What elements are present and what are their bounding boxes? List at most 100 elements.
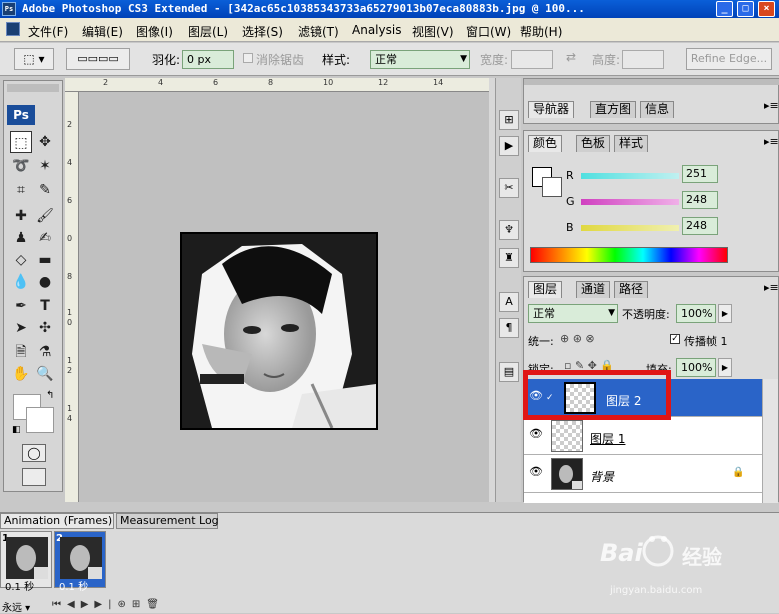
fill-input[interactable]: 100%: [676, 358, 716, 377]
menu-view[interactable]: 视图(V): [412, 23, 454, 40]
gradient-icon[interactable]: ▬: [34, 249, 56, 271]
frame-delay[interactable]: 0.1 秒: [59, 578, 88, 593]
clone-source-icon[interactable]: ♜: [499, 248, 519, 268]
marquee-icon[interactable]: ⬚: [10, 131, 32, 153]
screen-mode-icon[interactable]: [22, 468, 46, 486]
history-brush-icon[interactable]: ✍: [34, 227, 56, 249]
layer-name[interactable]: 图层 1: [590, 430, 625, 447]
default-colors-icon[interactable]: ◧: [12, 425, 21, 435]
style-select[interactable]: 正常 ▼: [370, 50, 470, 69]
layer-row[interactable]: 👁 图层 1: [524, 417, 762, 455]
path-select-icon[interactable]: ➤: [10, 317, 32, 339]
menu-layer[interactable]: 图层(L): [188, 23, 228, 40]
channel-b-slider[interactable]: [581, 225, 679, 231]
tab-styles[interactable]: 样式: [614, 135, 649, 152]
close-button[interactable]: ×: [758, 1, 775, 17]
tab-color[interactable]: 颜色: [528, 135, 563, 152]
app-menu-icon[interactable]: [6, 22, 20, 36]
menu-filter[interactable]: 滤镜(T): [298, 23, 339, 40]
move-icon[interactable]: ✥: [34, 131, 56, 153]
character-icon[interactable]: A: [499, 292, 519, 312]
animation-frame-1[interactable]: 1 0.1 秒: [0, 531, 52, 593]
tab-paths[interactable]: 路径: [614, 281, 649, 298]
opacity-input[interactable]: 100%: [676, 304, 716, 323]
document-image[interactable]: [180, 232, 378, 430]
notes-icon[interactable]: 🗎: [10, 341, 32, 363]
menu-edit[interactable]: 编辑(E): [82, 23, 123, 40]
zoom-icon[interactable]: 🔍: [34, 363, 56, 385]
eye-icon[interactable]: 👁: [528, 465, 544, 481]
feather-input[interactable]: 0 px: [182, 50, 234, 69]
menu-select[interactable]: 选择(S): [242, 23, 283, 40]
menu-analysis[interactable]: Analysis: [352, 23, 401, 37]
dodge-icon[interactable]: ●: [34, 271, 56, 293]
menu-image[interactable]: 图像(I): [136, 23, 173, 40]
minimize-button[interactable]: _: [716, 1, 733, 17]
crop-icon[interactable]: ⌗: [10, 179, 32, 201]
panel-menu-icon[interactable]: ▸≡: [764, 99, 779, 112]
healing-icon[interactable]: ✚: [10, 205, 32, 227]
pen-icon[interactable]: ✒: [10, 295, 32, 317]
opacity-arrow-icon[interactable]: ▶: [718, 304, 732, 323]
magic-wand-icon[interactable]: ✶: [34, 155, 56, 177]
frame-delay[interactable]: 0.1 秒: [5, 578, 34, 593]
color-ramp[interactable]: [530, 247, 728, 263]
panel-menu-icon[interactable]: ▸≡: [764, 281, 779, 294]
eraser-icon[interactable]: ◇: [10, 249, 32, 271]
eye-icon[interactable]: 👁: [528, 427, 544, 443]
tab-measurement-log[interactable]: Measurement Log: [116, 513, 219, 529]
swap-icon[interactable]: ⇄: [566, 50, 576, 64]
quick-mask-icon[interactable]: ◯: [22, 444, 46, 462]
tab-animation-frames[interactable]: Animation (Frames): [0, 513, 114, 529]
actions-icon[interactable]: ▶: [499, 136, 519, 156]
channel-r-slider[interactable]: [581, 173, 679, 179]
layers-scrollbar[interactable]: [762, 379, 778, 503]
marquee-preset-icon[interactable]: ⬚ ▾: [14, 48, 54, 70]
refine-edge-button[interactable]: Refine Edge...: [686, 48, 772, 70]
type-icon[interactable]: T: [34, 295, 56, 317]
history-icon[interactable]: ⊞: [499, 110, 519, 130]
channel-g-slider[interactable]: [581, 199, 679, 205]
brushes-icon[interactable]: ✂: [499, 178, 519, 198]
unify-icons[interactable]: ⊕ ⊛ ⊗: [560, 332, 595, 345]
tab-channels[interactable]: 通道: [576, 281, 611, 298]
playback-controls[interactable]: ⏮◀▶▶|⊛⊞🗑: [52, 599, 165, 610]
panel-menu-icon[interactable]: ▸≡: [764, 135, 779, 148]
slice-icon[interactable]: ✎: [34, 179, 56, 201]
maximize-button[interactable]: □: [737, 1, 754, 17]
channel-b-value[interactable]: 248: [682, 217, 718, 235]
selection-mode-icons[interactable]: ▭▭▭▭: [66, 48, 130, 70]
propagate-checkbox[interactable]: ✓: [670, 334, 680, 344]
menu-window[interactable]: 窗口(W): [466, 23, 511, 40]
swap-colors-icon[interactable]: ↰: [46, 390, 54, 401]
brush-icon[interactable]: 🖌: [34, 205, 56, 227]
tab-info[interactable]: 信息: [640, 101, 675, 118]
width-input[interactable]: [511, 50, 553, 69]
antialias-checkbox[interactable]: [243, 53, 253, 63]
background-color-swatch[interactable]: [26, 407, 54, 433]
stamp-icon[interactable]: ♟: [10, 227, 32, 249]
loop-select[interactable]: 永远 ▾: [2, 599, 30, 614]
tab-layers[interactable]: 图层: [528, 281, 563, 298]
menu-file[interactable]: 文件(F): [28, 23, 68, 40]
lasso-icon[interactable]: ➰: [10, 155, 32, 177]
layer-name[interactable]: 背景: [590, 468, 614, 485]
toolbox-grip[interactable]: [7, 84, 59, 92]
blur-icon[interactable]: 💧: [10, 271, 32, 293]
paragraph-icon[interactable]: ¶: [499, 318, 519, 338]
tab-navigator[interactable]: 导航器: [528, 101, 575, 118]
menu-help[interactable]: 帮助(H): [520, 23, 562, 40]
photoshop-logo-icon[interactable]: Ps: [7, 105, 35, 125]
channel-r-value[interactable]: 251: [682, 165, 718, 183]
shape-icon[interactable]: ✣: [34, 317, 56, 339]
tab-swatches[interactable]: 色板: [576, 135, 611, 152]
height-input[interactable]: [622, 50, 664, 69]
blend-mode-select[interactable]: 正常 ▼: [528, 304, 618, 323]
layer-comps-icon[interactable]: ▤: [499, 362, 519, 382]
hand-icon[interactable]: ✋: [10, 363, 32, 385]
layer-row[interactable]: 👁 背景 🔒: [524, 455, 762, 493]
fill-arrow-icon[interactable]: ▶: [718, 358, 732, 377]
tab-histogram[interactable]: 直方图: [590, 101, 637, 118]
tool-presets-icon[interactable]: ♆: [499, 220, 519, 240]
panel-grip[interactable]: [524, 79, 779, 85]
